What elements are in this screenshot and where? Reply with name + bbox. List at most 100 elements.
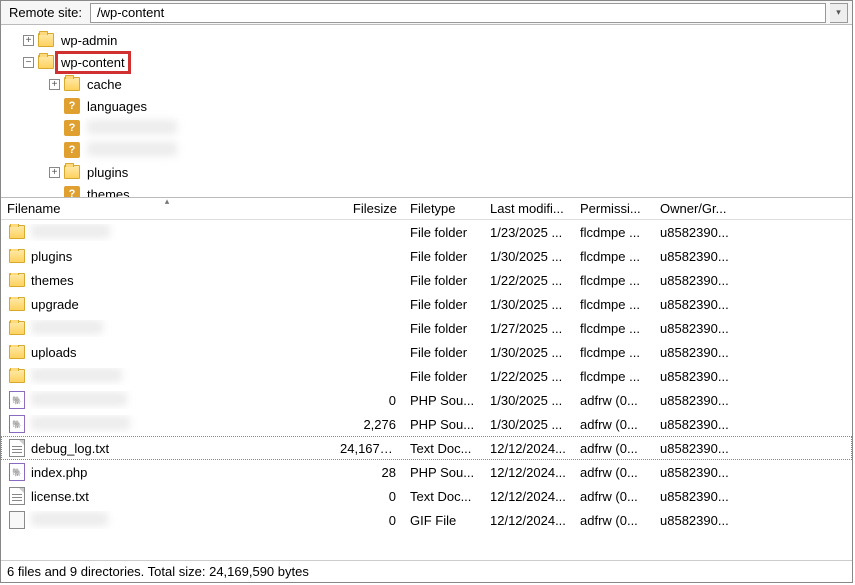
file-size: 0 <box>334 513 404 528</box>
folder-icon <box>9 249 25 263</box>
file-type: File folder <box>404 225 484 240</box>
remote-directory-tree[interactable]: + wp-admin −wp-content+cache?languages?? + p… <box>1 25 852 198</box>
file-row[interactable]: license.txt 0Text Doc...12/12/2024...adfr… <box>1 484 852 508</box>
file-row[interactable]: 0GIF File12/12/2024...adfrw (0...u858239… <box>1 508 852 532</box>
file-row[interactable]: upgradeFile folder1/30/2025 ...flcdmpe .… <box>1 292 852 316</box>
php-file-icon: 🐘 <box>9 391 25 409</box>
expand-icon[interactable]: + <box>23 35 34 46</box>
tree-node[interactable]: −wp-content <box>23 51 852 73</box>
file-perm: flcdmpe ... <box>574 249 654 264</box>
tree-node[interactable]: ? <box>49 139 852 161</box>
file-name <box>31 320 103 337</box>
unknown-folder-icon: ? <box>64 142 80 158</box>
file-own: u8582390... <box>654 273 852 288</box>
file-row[interactable]: File folder1/22/2025 ...flcdmpe ...u8582… <box>1 364 852 388</box>
file-row[interactable]: uploadsFile folder1/30/2025 ...flcdmpe .… <box>1 340 852 364</box>
remote-path-bar: Remote site: ▾ <box>1 1 852 25</box>
column-filetype[interactable]: Filetype <box>404 198 484 219</box>
file-row[interactable]: plugins File folder1/30/2025 ...flcdmpe .… <box>1 244 852 268</box>
file-perm: adfrw (0... <box>574 441 654 456</box>
file-row[interactable]: themesFile folder1/22/2025 ...flcdmpe ..… <box>1 268 852 292</box>
file-type: Text Doc... <box>404 441 484 456</box>
app-frame: Remote site: ▾ + wp-admin −wp-content+cach… <box>0 0 853 583</box>
file-own: u8582390... <box>654 249 852 264</box>
file-type: File folder <box>404 321 484 336</box>
file-perm: adfrw (0... <box>574 489 654 504</box>
file-list-rows: File folder1/23/2025 ...flcdmpe ...u8582… <box>1 220 852 532</box>
folder-icon <box>38 33 54 47</box>
file-perm: flcdmpe ... <box>574 273 654 288</box>
tree-node[interactable]: + plugins <box>49 161 852 183</box>
tree-node[interactable]: + wp-admin <box>23 29 852 51</box>
file-perm: adfrw (0... <box>574 393 654 408</box>
file-perm: flcdmpe ... <box>574 369 654 384</box>
tree-node[interactable]: ?languages <box>49 95 852 117</box>
file-name <box>31 368 122 385</box>
php-file-icon: 🐘 <box>9 463 25 481</box>
file-name: license.txt <box>31 489 89 504</box>
column-last-modified[interactable]: Last modifi... <box>484 198 574 219</box>
column-filesize[interactable]: Filesize <box>334 198 404 219</box>
column-filename[interactable]: Filename ▴ <box>1 198 334 219</box>
file-perm: adfrw (0... <box>574 465 654 480</box>
file-type: PHP Sou... <box>404 393 484 408</box>
file-name: plugins <box>31 249 72 264</box>
file-row[interactable]: 🐘0PHP Sou...1/30/2025 ...adfrw (0...u858… <box>1 388 852 412</box>
remote-path-input[interactable] <box>90 3 826 23</box>
path-dropdown-button[interactable]: ▾ <box>830 3 848 23</box>
file-own: u8582390... <box>654 441 852 456</box>
unknown-folder-icon: ? <box>64 98 80 114</box>
file-type: PHP Sou... <box>404 417 484 432</box>
tree-node-label: plugins <box>84 164 131 181</box>
expand-icon[interactable]: + <box>49 79 60 90</box>
file-own: u8582390... <box>654 513 852 528</box>
file-type: File folder <box>404 297 484 312</box>
file-mod: 1/30/2025 ... <box>484 249 574 264</box>
file-size: 24,167,2... <box>334 441 404 456</box>
remote-file-list: Filename ▴ Filesize Filetype Last modifi… <box>1 198 852 560</box>
php-file-icon: 🐘 <box>9 415 25 433</box>
file-name <box>31 392 127 409</box>
tree-node-label: wp-admin <box>58 32 120 49</box>
text-file-icon <box>9 487 25 505</box>
file-size: 0 <box>334 489 404 504</box>
expander-placeholder <box>49 145 60 156</box>
column-permissions[interactable]: Permissi... <box>574 198 654 219</box>
file-type: File folder <box>404 273 484 288</box>
tree-node-label <box>84 119 180 138</box>
file-row[interactable]: File folder1/27/2025 ...flcdmpe ...u8582… <box>1 316 852 340</box>
unknown-folder-icon: ? <box>64 186 80 198</box>
file-mod: 1/22/2025 ... <box>484 369 574 384</box>
file-mod: 1/22/2025 ... <box>484 273 574 288</box>
file-mod: 12/12/2024... <box>484 489 574 504</box>
tree-node[interactable]: ? <box>49 117 852 139</box>
file-row[interactable]: File folder1/23/2025 ...flcdmpe ...u8582… <box>1 220 852 244</box>
expand-icon[interactable]: + <box>49 167 60 178</box>
file-name: index.php <box>31 465 87 480</box>
file-type: Text Doc... <box>404 489 484 504</box>
file-type: PHP Sou... <box>404 465 484 480</box>
file-row[interactable]: debug_log.txt24,167,2...Text Doc...12/12… <box>1 436 852 460</box>
file-type: File folder <box>404 369 484 384</box>
tree-node[interactable]: +cache <box>49 73 852 95</box>
collapse-icon[interactable]: − <box>23 57 34 68</box>
file-name <box>31 224 110 241</box>
file-type: File folder <box>404 249 484 264</box>
file-perm: flcdmpe ... <box>574 297 654 312</box>
file-perm: adfrw (0... <box>574 513 654 528</box>
folder-icon <box>9 321 25 335</box>
tree-node[interactable]: ?themes <box>49 183 852 198</box>
folder-icon <box>64 77 80 91</box>
file-own: u8582390... <box>654 393 852 408</box>
file-own: u8582390... <box>654 225 852 240</box>
column-owner-group[interactable]: Owner/Gr... <box>654 198 852 219</box>
file-name: debug_log.txt <box>31 441 109 456</box>
file-row[interactable]: 🐘index.php28PHP Sou...12/12/2024...adfrw… <box>1 460 852 484</box>
file-perm: flcdmpe ... <box>574 345 654 360</box>
file-row[interactable]: 🐘2,276PHP Sou...1/30/2025 ...adfrw (0...… <box>1 412 852 436</box>
file-type: File folder <box>404 345 484 360</box>
file-type: GIF File <box>404 513 484 528</box>
file-mod: 1/27/2025 ... <box>484 321 574 336</box>
file-perm: flcdmpe ... <box>574 225 654 240</box>
folder-icon <box>9 273 25 287</box>
